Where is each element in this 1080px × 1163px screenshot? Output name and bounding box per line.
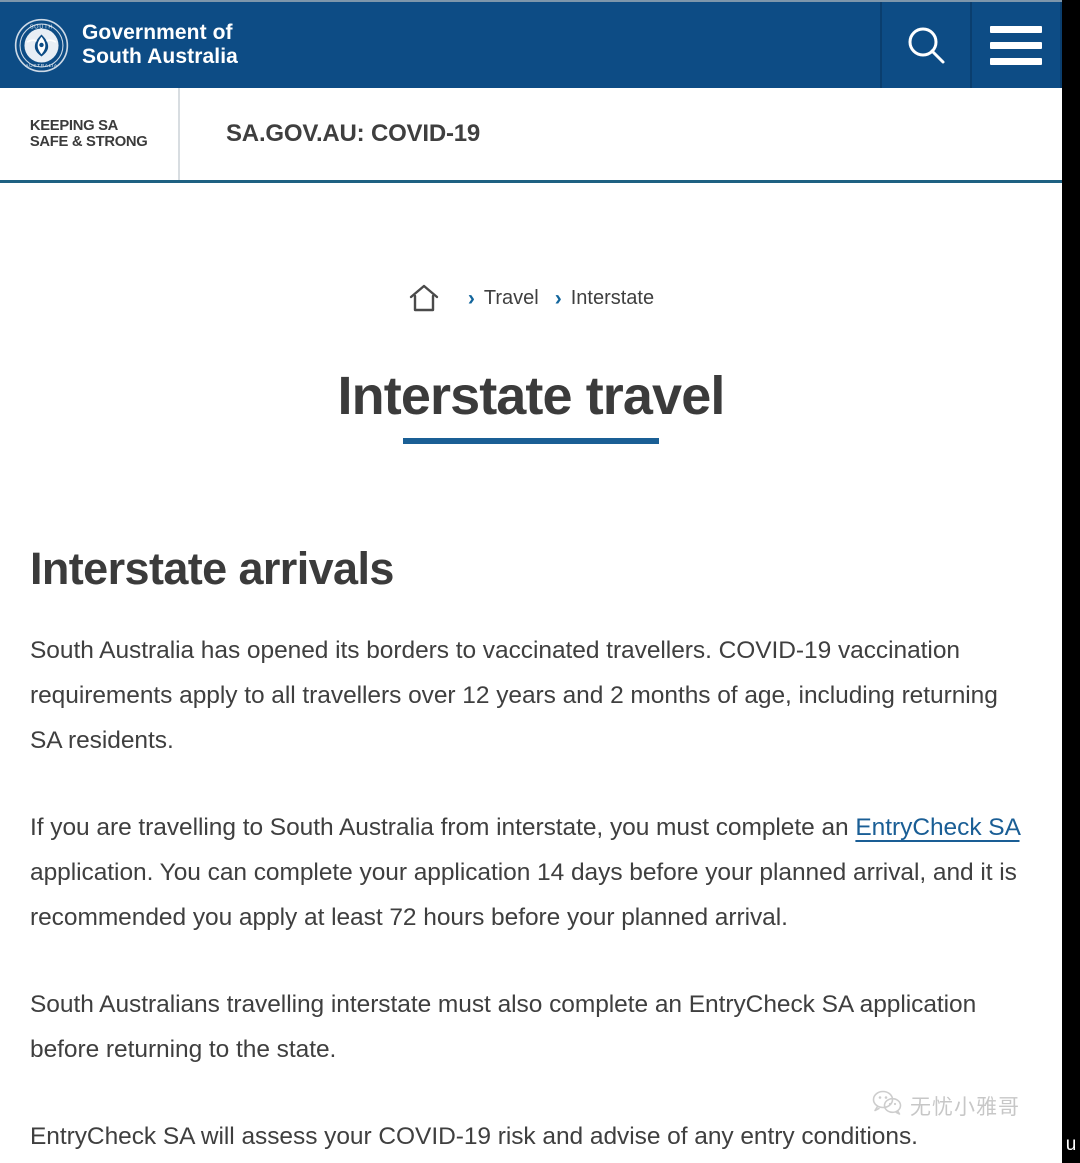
site-title-link[interactable]: SA.GOV.AU: COVID-19	[180, 88, 480, 180]
keeping-sa-safe-badge-text: KEEPING SA SAFE & STRONG	[30, 117, 148, 150]
breadcrumb-chevron-icon-2: ›	[554, 286, 562, 310]
hamburger-menu-icon	[990, 25, 1042, 65]
breadcrumb: › Travel › Interstate	[0, 283, 1062, 313]
search-icon	[902, 21, 950, 69]
breadcrumb-item-travel[interactable]: Travel	[484, 287, 539, 310]
paragraph-sa-residents-returning: South Australians travelling interstate …	[30, 991, 977, 1064]
keeping-sa-safe-badge: KEEPING SA SAFE & STRONG	[0, 88, 180, 180]
sa-government-crest-icon: SOUTH AUSTRALIA	[14, 18, 69, 73]
band-glyph-label: u	[1065, 1134, 1077, 1155]
title-underline-rule	[403, 438, 659, 444]
main-content: Interstate arrivals South Australia has …	[30, 545, 1020, 1159]
site-logo-link[interactable]: SOUTH AUSTRALIA Government of South Aust…	[0, 2, 880, 88]
secondary-nav: KEEPING SA SAFE & STRONG SA.GOV.AU: COVI…	[0, 88, 1062, 183]
site-header: SOUTH AUSTRALIA Government of South Aust…	[0, 2, 1062, 88]
paragraph-entrycheck-text-before: If you are travelling to South Australia…	[30, 814, 856, 842]
page-title: Interstate travel	[337, 366, 726, 427]
breadcrumb-chevron-icon: ›	[467, 286, 475, 310]
paragraph-entrycheck-text-after: application. You can complete your appli…	[30, 859, 1017, 932]
page-hero: › Travel › Interstate Interstate travel	[0, 183, 1062, 473]
brand-wordmark: Government of South Australia	[82, 20, 238, 68]
menu-button[interactable]	[970, 2, 1062, 88]
breadcrumb-item-interstate[interactable]: Interstate	[571, 287, 654, 310]
breadcrumb-home-link[interactable]	[408, 283, 468, 313]
page-root: SOUTH AUSTRALIA Government of South Aust…	[0, 0, 1062, 1163]
home-icon	[408, 283, 468, 313]
section-heading-interstate-arrivals: Interstate arrivals	[30, 543, 394, 594]
paragraph-risk-assessment: EntryCheck SA will assess your COVID-19 …	[30, 1123, 918, 1151]
search-button[interactable]	[880, 2, 970, 88]
right-edge-band: u	[1062, 0, 1080, 1163]
entrycheck-sa-link[interactable]: EntryCheck SA	[855, 814, 1019, 841]
paragraph-entrycheck-application: If you are travelling to South Australia…	[30, 805, 1020, 940]
paragraph-borders-open: South Australia has opened its borders t…	[30, 637, 998, 755]
svg-text:SOUTH: SOUTH	[30, 24, 53, 30]
svg-text:AUSTRALIA: AUSTRALIA	[25, 62, 58, 68]
